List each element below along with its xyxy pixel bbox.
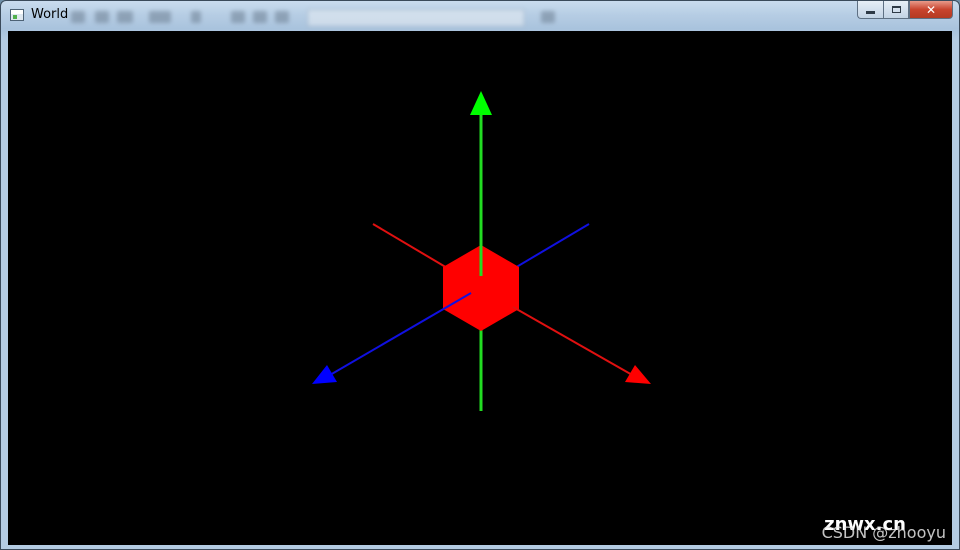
watermark: znwx.cn CSDN @zhooyu: [821, 516, 946, 542]
x-axis-arrowhead: [625, 365, 651, 384]
close-icon: ✕: [925, 2, 937, 17]
maximize-button[interactable]: [883, 1, 909, 19]
caption-buttons: ✕: [857, 1, 953, 21]
maximize-icon: [891, 6, 901, 13]
x-axis-positive: [512, 306, 635, 377]
window-title: World: [31, 7, 69, 22]
app-window-icon: [10, 9, 24, 21]
z-axis-positive: [329, 292, 472, 376]
minimize-icon: [866, 10, 875, 14]
z-axis-arrowhead: [312, 365, 337, 384]
y-axis-arrowhead: [470, 91, 492, 115]
title-bar[interactable]: World ✕: [1, 1, 959, 31]
watermark-credit: CSDN @zhooyu: [821, 523, 946, 542]
app-window: World ✕ znwx.cn CSDN @zhooyu: [0, 0, 960, 550]
blurred-toolbar-background: [71, 7, 561, 27]
minimize-button[interactable]: [857, 1, 883, 19]
scene-canvas: [312, 91, 651, 411]
render-viewport[interactable]: znwx.cn CSDN @zhooyu: [8, 31, 952, 545]
close-button[interactable]: ✕: [909, 1, 953, 19]
